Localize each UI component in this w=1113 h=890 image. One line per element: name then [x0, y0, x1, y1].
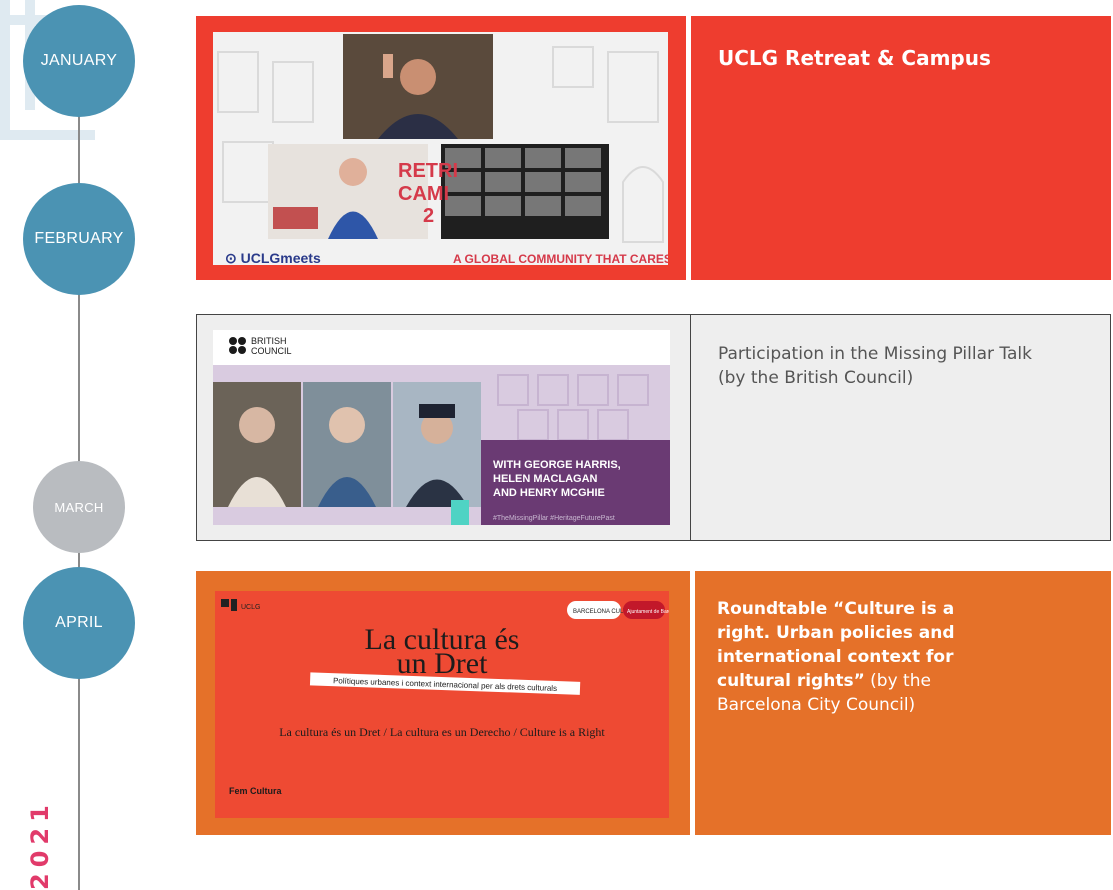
- title-line: international context for: [717, 647, 954, 667]
- ajuntament-logo: Ajuntament de Barcelona: [627, 609, 669, 615]
- svg-text:COUNCIL: COUNCIL: [251, 346, 292, 356]
- svg-text:un Dret: un Dret: [397, 647, 488, 680]
- title-line: Roundtable “Culture is a: [717, 599, 955, 619]
- card-divider: [686, 16, 691, 280]
- svg-text:2: 2: [423, 205, 434, 227]
- title-line: cultural rights”: [717, 671, 865, 691]
- title-line: right. Urban policies and: [717, 623, 955, 643]
- subtitle-text: La cultura és un Dret / La cultura es un…: [279, 725, 605, 739]
- month-january: JANUARY: [23, 5, 135, 117]
- event-description: Participation in the Missing Pillar Talk…: [718, 344, 1032, 388]
- svg-text:AND HENRY MCGHIE: AND HENRY MCGHIE: [493, 487, 605, 499]
- british-council-logo: BRITISH: [251, 336, 287, 346]
- month-february: FEBRUARY: [23, 183, 135, 295]
- video-call-illustration: RETRI CAMI 2 ⊙ UCLGmeets A GLOBAL COMMUN…: [217, 34, 668, 265]
- svg-text:CAMI: CAMI: [398, 183, 449, 205]
- card-divider: [690, 571, 695, 835]
- hashtags-text: #TheMissingPillar #HeritageFuturePast: [493, 515, 615, 522]
- card-divider: [690, 315, 691, 540]
- event-card-roundtable[interactable]: UCLG BARCELONA CULTURA Ajuntament de Bar…: [196, 571, 1111, 835]
- fem-cultura-logo: Fem Cultura: [229, 786, 283, 796]
- event-image-uclg-meeting: RETRI CAMI 2 ⊙ UCLGmeets A GLOBAL COMMUN…: [213, 32, 668, 265]
- svg-text:HELEN MACLAGAN: HELEN MACLAGAN: [493, 473, 598, 485]
- event-title: UCLG Retreat & Campus: [718, 46, 991, 70]
- event-image-la-cultura: UCLG BARCELONA CULTURA Ajuntament de Bar…: [215, 591, 669, 818]
- speakers-text: WITH GEORGE HARRIS,: [493, 459, 621, 471]
- svg-text:UCLG: UCLG: [241, 604, 260, 611]
- month-april: APRIL: [23, 567, 135, 679]
- event-card-missing-pillar[interactable]: BRITISH COUNCIL WITH GEORGE HARRIS, HELE…: [196, 314, 1111, 541]
- banner-title-text: RETRI: [398, 160, 458, 182]
- year-label: 2021: [26, 799, 54, 890]
- uclgmeets-logo: ⊙ UCLGmeets: [225, 250, 321, 265]
- event-card-uclg-retreat[interactable]: RETRI CAMI 2 ⊙ UCLGmeets A GLOBAL COMMUN…: [196, 16, 1111, 280]
- event-image-british-council: BRITISH COUNCIL WITH GEORGE HARRIS, HELE…: [213, 330, 670, 525]
- month-march: MARCH: [33, 461, 125, 553]
- title-suffix: (by the: [864, 671, 931, 691]
- tagline-text: A GLOBAL COMMUNITY THAT CARES: [453, 252, 668, 265]
- event-title: Roundtable “Culture is a right. Urban po…: [717, 597, 955, 717]
- title-line: Barcelona City Council): [717, 695, 916, 715]
